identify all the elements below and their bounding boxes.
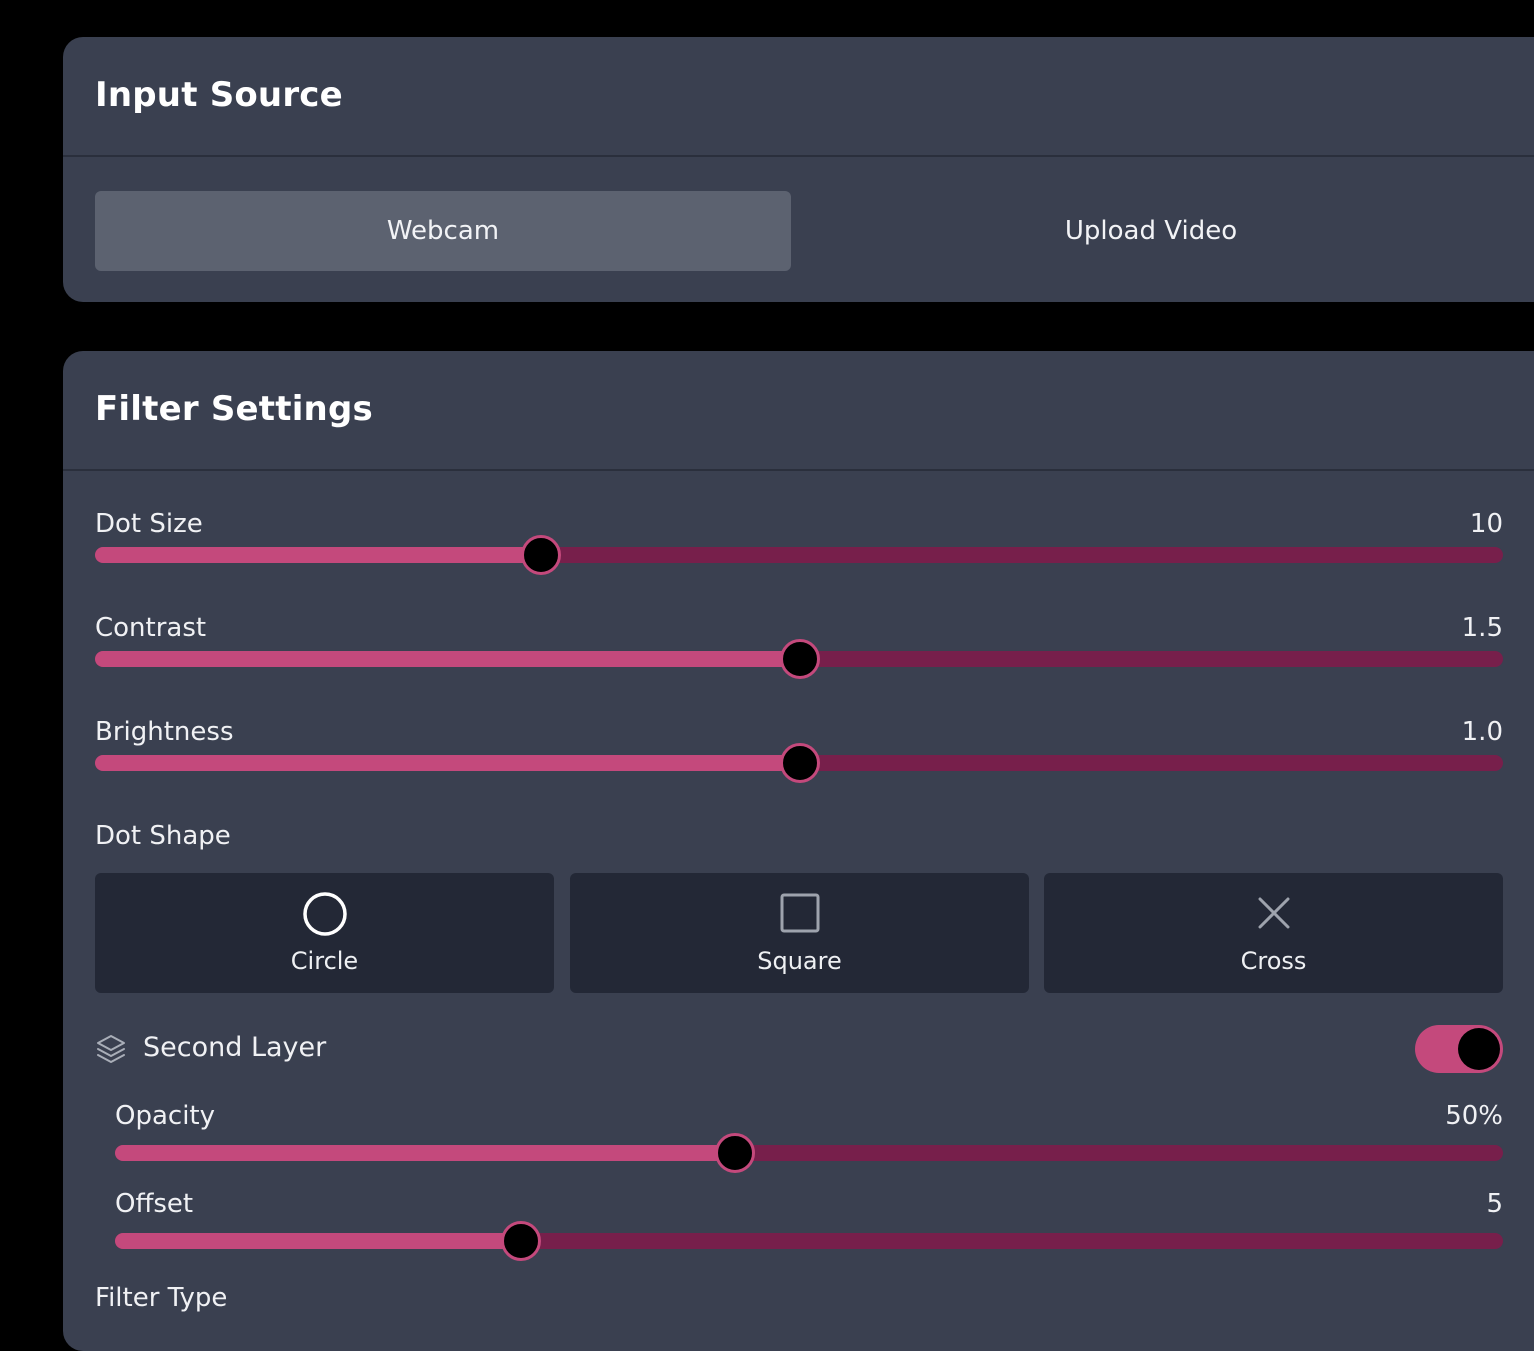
filter-settings-panel: Filter Settings Dot Size 10 Contrast 1.5… bbox=[63, 351, 1534, 1351]
shape-square-label: Square bbox=[757, 947, 842, 975]
brightness-slider-row: Brightness 1.0 bbox=[95, 717, 1503, 783]
input-source-panel: Input Source Webcam Upload Video bbox=[63, 37, 1534, 302]
filter-settings-header: Filter Settings bbox=[63, 351, 1534, 471]
contrast-slider-fill bbox=[95, 651, 799, 667]
dot-size-label: Dot Size bbox=[95, 509, 203, 539]
dot-size-value: 10 bbox=[1469, 509, 1503, 539]
opacity-slider-fill bbox=[115, 1145, 735, 1161]
opacity-slider-row: Opacity 50% bbox=[115, 1101, 1503, 1173]
contrast-slider-thumb[interactable] bbox=[780, 639, 820, 679]
offset-slider-thumb[interactable] bbox=[501, 1221, 542, 1261]
cross-icon bbox=[1251, 891, 1297, 941]
filter-settings-title: Filter Settings bbox=[95, 389, 373, 429]
circle-icon bbox=[302, 891, 348, 941]
shape-cross-button[interactable]: Cross bbox=[1044, 873, 1503, 993]
shape-circle-button[interactable]: Circle bbox=[95, 873, 554, 993]
webcam-button[interactable]: Webcam bbox=[95, 191, 791, 271]
offset-label: Offset bbox=[115, 1189, 194, 1219]
opacity-slider-thumb[interactable] bbox=[715, 1133, 756, 1173]
shape-square-button[interactable]: Square bbox=[570, 873, 1029, 993]
second-layer-label: Second Layer bbox=[143, 1032, 327, 1063]
brightness-slider[interactable] bbox=[95, 743, 1503, 783]
brightness-label: Brightness bbox=[95, 717, 234, 747]
dot-shape-label: Dot Shape bbox=[95, 821, 231, 851]
brightness-slider-fill bbox=[95, 755, 799, 771]
offset-slider-row: Offset 5 bbox=[115, 1189, 1503, 1261]
shape-circle-label: Circle bbox=[290, 947, 359, 975]
dot-size-slider-thumb[interactable] bbox=[520, 535, 561, 575]
contrast-label: Contrast bbox=[95, 613, 207, 643]
contrast-slider-row: Contrast 1.5 bbox=[95, 613, 1503, 679]
contrast-slider[interactable] bbox=[95, 639, 1503, 679]
offset-slider-fill bbox=[115, 1233, 521, 1249]
dot-size-slider-fill bbox=[95, 547, 540, 563]
filter-type-label: Filter Type bbox=[95, 1283, 228, 1313]
input-source-title: Input Source bbox=[95, 75, 343, 115]
brightness-value: 1.0 bbox=[1461, 717, 1503, 747]
upload-video-button[interactable]: Upload Video bbox=[803, 191, 1499, 271]
opacity-value: 50% bbox=[1445, 1101, 1503, 1131]
input-source-header: Input Source bbox=[63, 37, 1534, 157]
second-layer-toggle-knob bbox=[1458, 1028, 1500, 1070]
opacity-label: Opacity bbox=[115, 1101, 216, 1131]
second-layer-toggle[interactable] bbox=[1415, 1025, 1503, 1073]
contrast-value: 1.5 bbox=[1461, 613, 1503, 643]
square-icon bbox=[777, 891, 823, 941]
dot-size-slider[interactable] bbox=[95, 535, 1503, 575]
layers-icon bbox=[95, 1033, 127, 1069]
brightness-slider-thumb[interactable] bbox=[780, 743, 820, 783]
dot-size-slider-row: Dot Size 10 bbox=[95, 509, 1503, 575]
offset-slider[interactable] bbox=[115, 1221, 1503, 1261]
shape-cross-label: Cross bbox=[1240, 947, 1307, 975]
offset-value: 5 bbox=[1486, 1189, 1503, 1219]
opacity-slider[interactable] bbox=[115, 1133, 1503, 1173]
